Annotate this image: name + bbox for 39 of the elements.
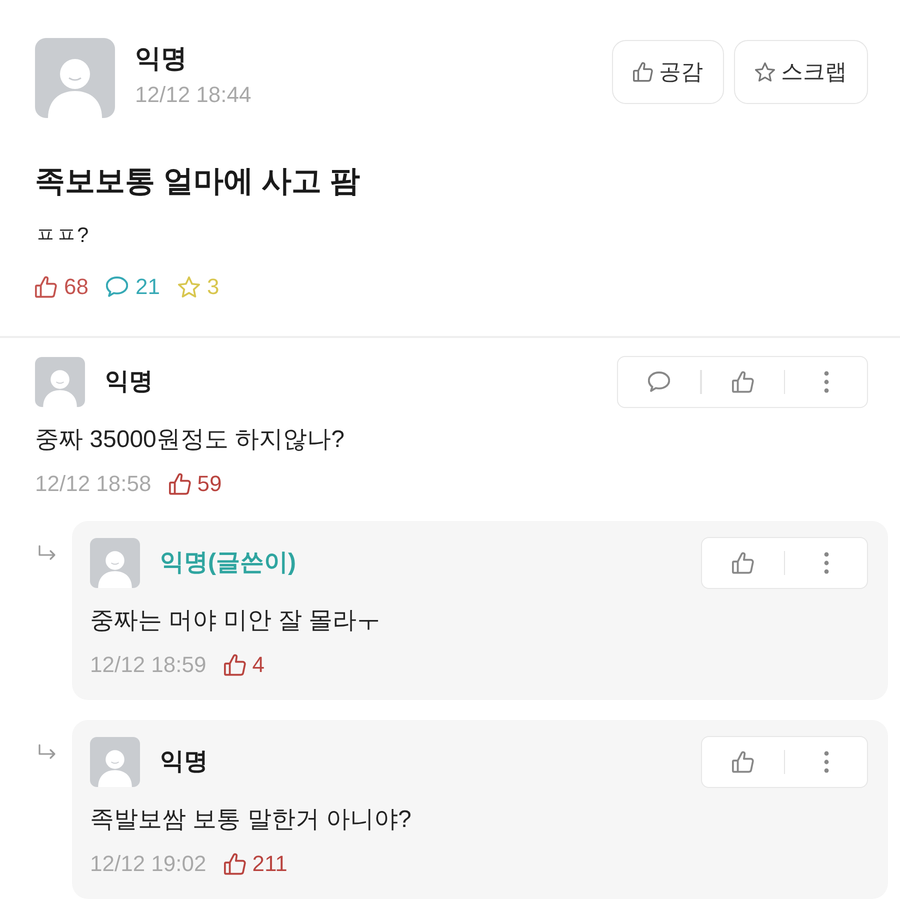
like-count: 211: [252, 850, 288, 878]
like-button[interactable]: 공감: [612, 40, 724, 104]
user-silhouette-icon: [90, 538, 140, 588]
like-count: 68: [64, 273, 88, 301]
author-name: 익명: [105, 367, 153, 397]
comment-count: 21: [135, 273, 160, 301]
comment-time: 12/12 18:58: [35, 470, 152, 498]
scrap-button[interactable]: 스크랩: [734, 40, 868, 104]
comment-time: 12/12 19:02: [90, 850, 206, 878]
like-count: 4: [252, 651, 264, 679]
scrap-count: 3: [206, 273, 220, 301]
more-icon: [824, 552, 828, 574]
author-name: 익명(글쓴이): [160, 548, 296, 578]
reply-arrow-icon: [38, 545, 56, 561]
comment-text: 중짜 35000원정도 하지않나?: [35, 425, 346, 455]
thumbs-up-icon: [732, 371, 754, 393]
user-silhouette-icon: [35, 357, 85, 407]
author-name: 익명: [135, 42, 188, 75]
thumbs-up-icon: [633, 62, 653, 82]
speech-bubble-icon: [648, 371, 670, 393]
thumbs-up-icon: [224, 654, 246, 676]
comment-text: 족발보쌈 보통 말한거 아니야?: [90, 805, 412, 835]
thumbs-up-icon: [169, 473, 192, 495]
user-silhouette-icon: [90, 737, 140, 787]
post-time: 12/12 18:44: [135, 81, 252, 109]
thumbs-up-icon: [732, 751, 754, 773]
post-body: ㅍㅍ?: [35, 223, 90, 249]
comment-time: 12/12 18:59: [90, 651, 206, 679]
star-icon: [755, 62, 775, 82]
like-count: 59: [197, 470, 222, 498]
more-icon: [824, 371, 828, 393]
user-silhouette-icon: [35, 38, 115, 118]
reply-arrow-icon: [38, 744, 56, 760]
post-title: 족보보통 얼마에 사고 팜: [35, 164, 362, 200]
thumbs-up-icon: [224, 853, 246, 875]
thumbs-up-icon: [732, 552, 754, 574]
author-name: 익명: [160, 747, 208, 777]
more-icon: [824, 751, 828, 773]
comment-text: 중짜는 머야 미안 잘 몰라ㅜ: [90, 606, 382, 636]
